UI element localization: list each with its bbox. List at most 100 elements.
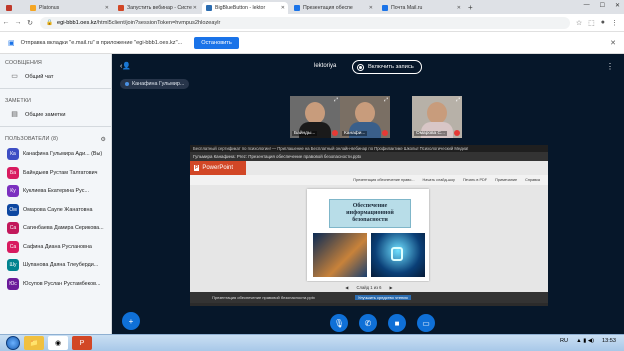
next-slide-icon[interactable]: ▶ [390, 285, 393, 290]
maximize-icon[interactable]: ☐ [600, 2, 605, 9]
pp-tool-item[interactable]: Справка [525, 178, 540, 182]
infobar-message: Отправка вкладки "e.mail.ru" в приложени… [20, 39, 183, 46]
clock[interactable]: 13:53 [602, 338, 616, 344]
avatar: Ку [7, 185, 19, 198]
star-icon[interactable]: ☆ [576, 19, 582, 27]
browser-tab[interactable]: Презентация обеспе ✕ [290, 2, 376, 14]
actions-plus-button[interactable]: + [122, 312, 140, 330]
toggle-userlist-icon[interactable]: ‹👤 [120, 62, 131, 70]
screenshare-button[interactable]: ▭ [417, 314, 435, 332]
extensions-icon[interactable]: ⬚ [588, 19, 595, 27]
user-name: Канафина Гульмира Ади... (Вы) [23, 151, 103, 158]
presenter-pill[interactable]: Канафина Гульмир... [120, 79, 190, 89]
close-tab-icon[interactable]: ✕ [193, 5, 197, 11]
shared-screen: Бесплатный сертификат по психологии! — П… [190, 145, 548, 306]
phone-icon: ✆ [364, 318, 372, 328]
public-chat-item[interactable]: ▭ Общий чат [0, 68, 111, 85]
reload-icon[interactable]: ↻ [24, 19, 36, 27]
browser-tab[interactable]: BigBlueButton - lektor ✕ [202, 2, 288, 14]
forward-icon[interactable]: → [12, 19, 24, 26]
fullscreen-icon[interactable]: ⤢ [334, 97, 338, 103]
pp-tool-item[interactable]: Примечание [495, 178, 517, 182]
user-list-item[interactable]: Са Сафина Диана Руслановна [0, 238, 111, 257]
tab-label: Презентация обеспе [303, 5, 353, 11]
fullscreen-icon[interactable]: ⤢ [456, 97, 460, 103]
lock-icon: 🔒 [46, 19, 53, 26]
close-infobar-icon[interactable]: ✕ [610, 39, 616, 47]
pp-tool-item[interactable]: Презентация обеспечение право... [353, 178, 414, 182]
camera-icon: ■ [394, 318, 400, 328]
powerpoint-task-icon[interactable]: P [72, 336, 92, 350]
browser-tab[interactable]: Platonus ✕ [26, 2, 112, 14]
tab-favicon-icon [382, 5, 388, 11]
new-tab-button[interactable]: + [468, 2, 473, 14]
avatar: Юс [7, 277, 19, 290]
fullscreen-icon[interactable]: ⤢ [384, 97, 388, 103]
pp-stage: Обеспечение информационной безопасности … [190, 185, 548, 292]
url-field[interactable]: 🔒 egi-bbb1.oes.kz /html5client/join?sess… [40, 16, 570, 29]
pp-tool-item[interactable]: Печать в PDF [463, 178, 487, 182]
tab-label: Platonus [39, 5, 60, 11]
browser-tab[interactable]: Почта Mail.ru ✕ [378, 2, 464, 14]
camera-button[interactable]: ■ [388, 314, 406, 332]
webcam-tile[interactable]: ⤢ Омарова С... [412, 96, 462, 138]
user-list-item[interactable]: Юс Юсупов Руслан Рустамбеков... [0, 275, 111, 294]
pp-tool-item[interactable]: Начать слайд-шоу [423, 178, 455, 182]
browser-tab-bar: Platonus ✕ Запустить вебинар - Систе ✕ BigBl… [0, 0, 624, 14]
notes-icon: ▤ [11, 111, 18, 118]
webcam-tile[interactable]: ⤢ Канафи... [340, 96, 390, 138]
user-list-item[interactable]: Шу Шупанова Даяна Тлеуберди... [0, 256, 111, 275]
browser-tab[interactable] [2, 2, 24, 14]
avatar: Ом [7, 203, 19, 216]
profile-icon[interactable]: ● [601, 19, 605, 27]
user-list-item[interactable]: Ку Куклиева Екатерина Рус... [0, 182, 111, 201]
language-indicator[interactable]: RU [560, 338, 568, 344]
tab-favicon-icon [294, 5, 300, 11]
browser-tab[interactable]: Запустить вебинар - Систе ✕ [114, 2, 200, 14]
avatar: Са [7, 222, 19, 235]
casting-infobar: ▣ Отправка вкладки "e.mail.ru" в приложе… [0, 32, 624, 54]
phone-button[interactable]: ✆ [359, 314, 377, 332]
justice-image [313, 233, 367, 277]
microphone-button[interactable]: 🎙 [330, 314, 348, 332]
chat-icon: ▭ [11, 73, 18, 80]
tray-icons[interactable]: ▲ ▮ ◀) [576, 338, 594, 344]
back-icon[interactable]: ← [0, 19, 12, 26]
user-list-item[interactable]: Са Сагинбаева Дамира Серикова... [0, 219, 111, 238]
close-tab-icon[interactable]: ✕ [105, 5, 109, 11]
explorer-icon[interactable]: 📁 [24, 336, 44, 350]
prev-slide-icon[interactable]: ◀ [345, 285, 348, 290]
menu-icon[interactable]: ⋮ [611, 19, 618, 27]
meeting-controls: + 🎙 ✆ ■ ▭ [112, 312, 624, 334]
record-button[interactable]: Включить запись [352, 60, 422, 74]
options-menu-icon[interactable]: ⋮ [606, 62, 614, 71]
close-window-icon[interactable]: ✕ [615, 2, 620, 9]
stop-button[interactable]: Остановить [194, 36, 239, 49]
start-button-icon[interactable] [6, 336, 20, 350]
user-name: Юсупов Руслан Рустамбеков... [23, 280, 101, 287]
user-list-item[interactable]: Ба Байндыев Рустам Талгатович [0, 164, 111, 183]
muted-mic-icon [382, 130, 388, 136]
pp-status-right[interactable]: Улучшить средство чтения [354, 295, 411, 300]
user-list-item[interactable]: Ка Канафина Гульмира Ади... (Вы) [0, 145, 111, 164]
close-tab-icon[interactable]: ✕ [369, 5, 373, 11]
webcam-tile[interactable]: ⤢ Байнды... [290, 96, 340, 138]
url-host: egi-bbb1.oes.kz [56, 19, 97, 26]
tab-label: BigBlueButton - lektor [215, 5, 266, 11]
chrome-icon[interactable]: ◉ [48, 336, 68, 350]
pp-status-left: Презентация обеспечение правовой безопас… [212, 295, 315, 300]
close-tab-icon[interactable]: ✕ [281, 5, 285, 11]
tab-favicon-icon [206, 5, 212, 11]
pp-window-title-text: Гульмира Канафина: Prez: Презентация обе… [193, 154, 362, 159]
person-face [355, 102, 375, 124]
settings-gear-icon[interactable]: ⚙ [101, 136, 106, 143]
meeting-area: ‹👤 lektoriya Включить запись ⋮ Канафина … [112, 54, 624, 334]
user-list-item[interactable]: Ом Омарова Сауле Жанатовна [0, 201, 111, 220]
meeting-title: lektoriya [314, 63, 337, 69]
powerpoint-logo: P PowerPoint [190, 161, 246, 175]
record-icon [357, 63, 364, 71]
shared-notes-item[interactable]: ▤ Общие заметки [0, 106, 111, 123]
presenter-dot-icon [125, 82, 129, 86]
minimize-icon[interactable]: — [584, 2, 590, 9]
close-tab-icon[interactable]: ✕ [457, 5, 461, 11]
